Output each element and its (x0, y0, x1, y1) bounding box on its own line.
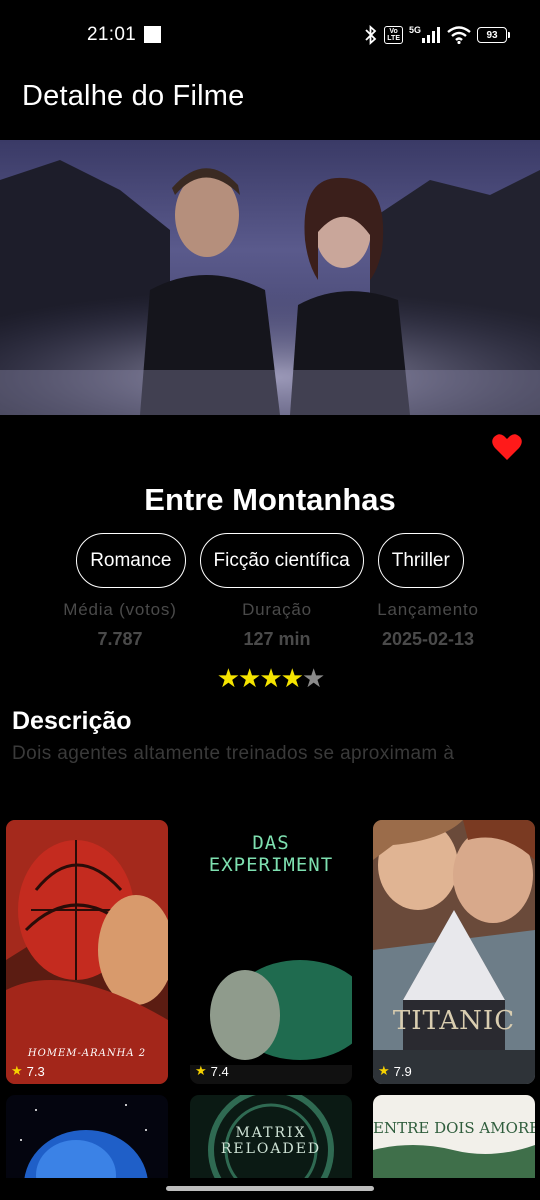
poster-rating: ★ 7.3 (11, 1063, 45, 1079)
status-time: 21:01 (87, 24, 137, 45)
poster-card[interactable]: DAS EXPERIMENT ★ 7.4 (190, 820, 352, 1084)
poster-title: HOMEM-ARANHA 2 (27, 1048, 147, 1059)
stat-label: Lançamento (377, 600, 479, 619)
battery-level: 93 (477, 27, 507, 43)
stat-value: 7.787 (97, 629, 143, 649)
app-bar: Detalhe do Filme (0, 70, 540, 140)
status-icons: Vo LTE 5G 93 (364, 24, 510, 46)
poster-card[interactable] (6, 1095, 168, 1178)
star-icon: ★ (195, 1063, 207, 1078)
poster-title: DAS EXPERIMENT (208, 832, 334, 876)
stat-rating: Média (votos) 7.787 (40, 600, 200, 650)
status-bar: 21:01 Vo LTE 5G 93 (0, 0, 540, 70)
star-filled-icon: ★ (238, 663, 261, 693)
movie-backdrop (0, 140, 540, 415)
signal-icon (421, 27, 441, 43)
poster-card[interactable]: TITANIC ★ 7.9 (373, 820, 535, 1084)
genre-chip[interactable]: Ficção científica (199, 533, 364, 588)
volte-icon: Vo LTE (384, 26, 403, 44)
poster-card[interactable]: HOMEM-ARANHA 2 ★ 7.3 (6, 820, 168, 1084)
poster-rating: ★ 7.9 (378, 1063, 412, 1079)
poster-title: TITANIC (392, 1006, 516, 1036)
favorite-button[interactable] (492, 433, 522, 461)
poster-image (6, 820, 168, 1084)
poster-image (6, 1095, 168, 1178)
home-indicator[interactable] (166, 1186, 374, 1191)
stat-label: Duração (242, 600, 312, 619)
poster-card[interactable]: ENTRE DOIS AMORES (373, 1095, 535, 1178)
genre-chip[interactable]: Thriller (377, 533, 464, 588)
description-text: Dois agentes altamente treinados se apro… (12, 743, 455, 764)
battery-icon: 93 (477, 27, 510, 43)
stat-release: Lançamento 2025-02-13 (348, 600, 508, 650)
poster-title: ENTRE DOIS AMORES (373, 1119, 535, 1137)
star-filled-icon: ★ (259, 663, 282, 693)
genre-list: Romance Ficção científica Thriller (0, 533, 540, 588)
bluetooth-icon (364, 25, 378, 45)
page-title: Detalhe do Filme (22, 80, 245, 112)
stat-value: 2025-02-13 (381, 629, 475, 649)
star-filled-icon: ★ (280, 663, 304, 693)
genre-chip[interactable]: Romance (76, 533, 186, 588)
star-empty-icon: ★ (301, 663, 325, 693)
stat-label: Média (votos) (63, 600, 177, 619)
poster-rating: ★ 7.4 (195, 1063, 229, 1079)
rating-stars: ★★★★★ (0, 663, 540, 694)
stat-duration: Duração 127 min (197, 600, 357, 650)
star-icon: ★ (11, 1063, 23, 1078)
poster-title: MATRIX RELOADED (220, 1125, 322, 1157)
heart-icon (492, 434, 522, 460)
description-heading: Descrição (12, 707, 132, 735)
star-filled-icon: ★ (216, 663, 240, 693)
notification-icon (144, 26, 161, 43)
star-icon: ★ (378, 1063, 390, 1078)
wifi-icon (447, 26, 471, 44)
poster-image (373, 820, 535, 1084)
stat-value: 127 min (243, 629, 311, 649)
poster-card[interactable]: MATRIX RELOADED (190, 1095, 352, 1178)
movie-title: Entre Montanhas (144, 482, 396, 517)
network-type: 5G (408, 25, 421, 35)
